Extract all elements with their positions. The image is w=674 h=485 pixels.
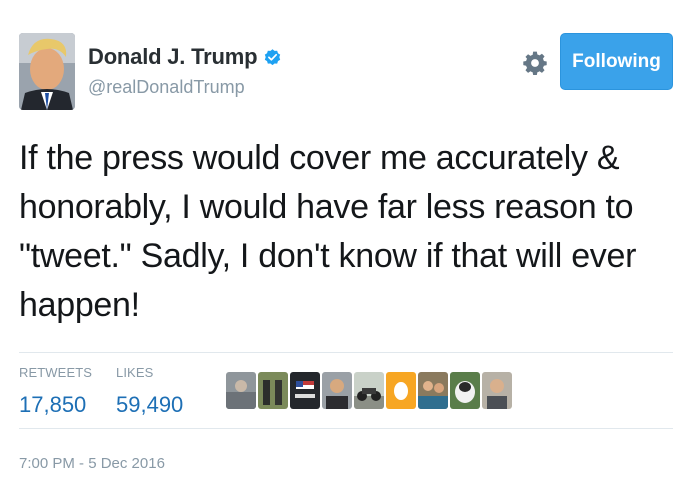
likes-label: LIKES bbox=[116, 365, 154, 380]
following-button[interactable]: Following bbox=[560, 33, 673, 90]
display-name: Donald J. Trump bbox=[88, 44, 282, 70]
liker-avatar-3[interactable] bbox=[290, 372, 320, 409]
divider bbox=[19, 352, 673, 353]
display-name-text: Donald J. Trump bbox=[88, 44, 258, 69]
liker-avatar-7[interactable] bbox=[418, 372, 448, 409]
liker-avatar-1[interactable] bbox=[226, 372, 256, 409]
retweets-stat[interactable]: RETWEETS 17,850 bbox=[19, 365, 92, 418]
avatar[interactable] bbox=[19, 33, 75, 110]
liker-avatar-5[interactable] bbox=[354, 372, 384, 409]
tweet-timestamp[interactable]: 7:00 PM - 5 Dec 2016 bbox=[19, 455, 165, 472]
tweet-card: Donald J. Trump @realDonaldTrump Followi… bbox=[0, 0, 674, 485]
liker-avatars bbox=[226, 372, 512, 409]
divider bbox=[19, 428, 673, 429]
liker-avatar-6[interactable] bbox=[386, 372, 416, 409]
liker-avatar-4[interactable] bbox=[322, 372, 352, 409]
liker-avatar-8[interactable] bbox=[450, 372, 480, 409]
likes-count: 59,490 bbox=[116, 392, 184, 417]
verified-badge-icon bbox=[265, 48, 281, 65]
retweets-label: RETWEETS bbox=[19, 365, 93, 380]
user-name-block[interactable]: Donald J. Trump @realDonaldTrump bbox=[88, 44, 282, 98]
retweets-count: 17,850 bbox=[19, 392, 87, 417]
likes-stat[interactable]: LIKES 59,490 bbox=[116, 365, 183, 418]
profile-photo-icon bbox=[19, 33, 75, 110]
tweet-text: If the press would cover me accurately &… bbox=[19, 139, 637, 324]
liker-avatar-9[interactable] bbox=[482, 372, 512, 409]
user-handle: @realDonaldTrump bbox=[88, 77, 245, 97]
liker-avatar-2[interactable] bbox=[258, 372, 288, 409]
gear-icon[interactable] bbox=[522, 50, 548, 76]
